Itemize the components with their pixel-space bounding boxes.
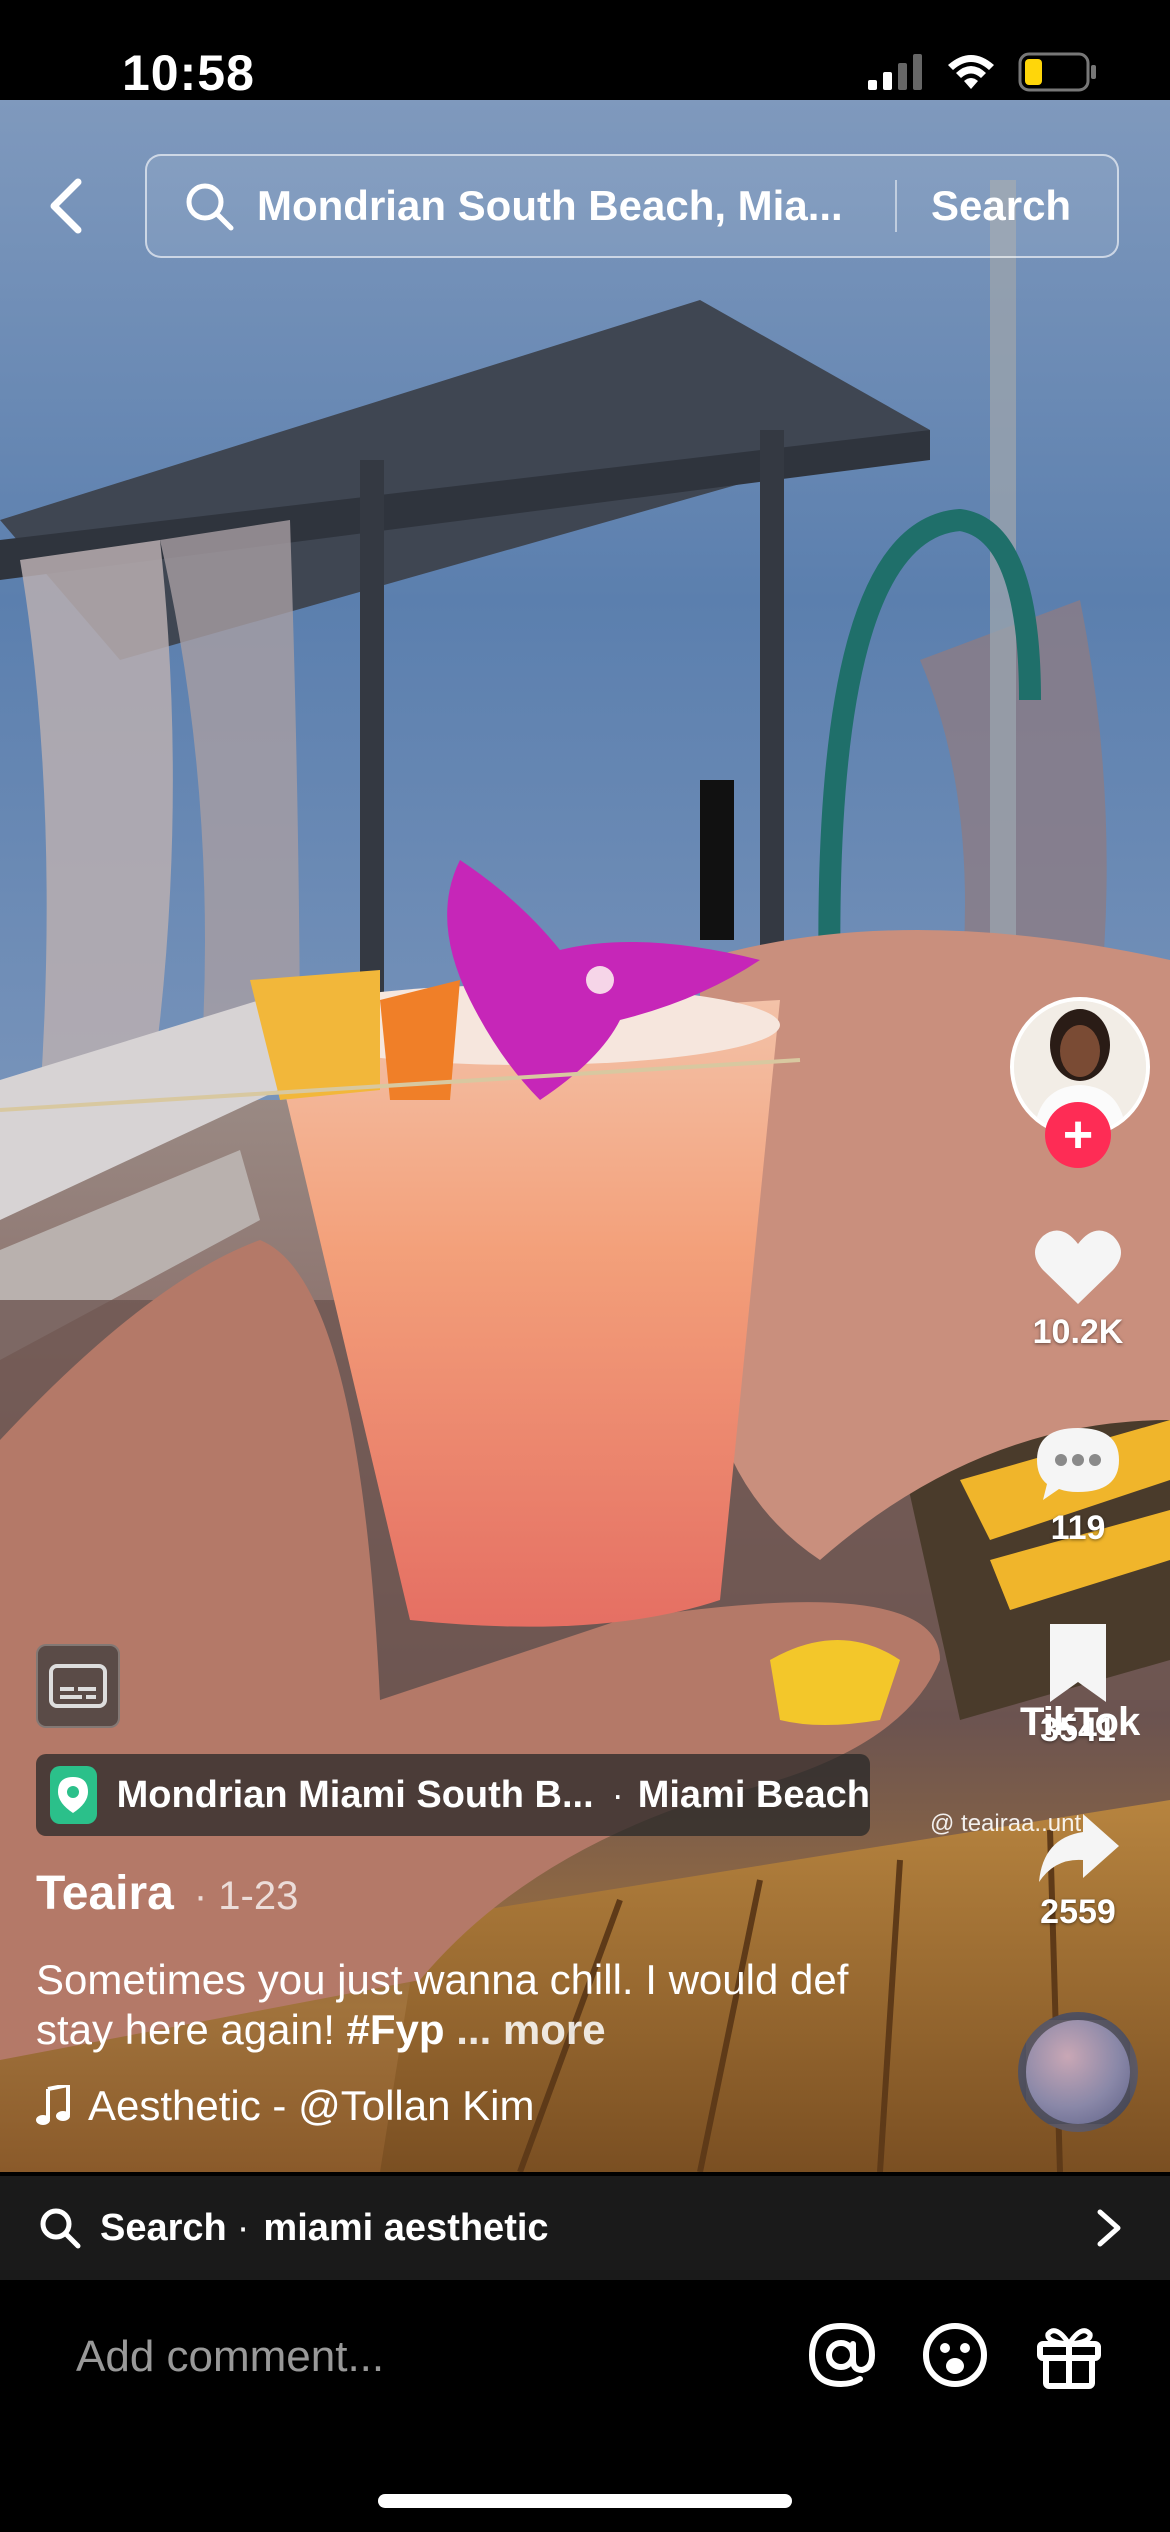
watermark-brand: TikTok	[1020, 1700, 1140, 1744]
status-icons	[868, 52, 1098, 92]
battery-icon	[1018, 52, 1096, 92]
like-button[interactable]: 10.2K	[1000, 1228, 1156, 1352]
search-bar[interactable]: Mondrian South Beach, Mia... Search	[145, 154, 1119, 258]
wifi-icon	[948, 55, 994, 89]
author-name[interactable]: Teaira	[36, 1866, 174, 1921]
share-count: 2559	[1040, 1893, 1116, 1931]
captions-button[interactable]	[36, 1644, 120, 1728]
mention-button[interactable]	[806, 2320, 876, 2390]
search-button[interactable]: Search	[931, 182, 1071, 230]
gift-icon	[1037, 2328, 1101, 2389]
search-query-text[interactable]: Mondrian South Beach, Mia...	[257, 182, 877, 230]
sound-info[interactable]: Aesthetic - @Tollan Kim	[36, 2082, 534, 2130]
related-search-label: Search	[100, 2206, 227, 2249]
back-button[interactable]	[36, 170, 96, 242]
heart-icon	[1035, 1230, 1121, 1304]
search-icon	[40, 2208, 81, 2249]
related-search-term: miami aesthetic	[263, 2206, 549, 2249]
search-icon	[186, 183, 234, 231]
author-row: Teaira · 1-23	[36, 1866, 298, 1921]
caption-hashtag[interactable]: #Fyp	[347, 2006, 445, 2053]
back-arrow-icon	[50, 178, 82, 234]
status-bar: 10:58	[0, 0, 1170, 101]
comment-actions	[806, 2320, 1104, 2390]
cellular-signal-icon	[868, 54, 922, 90]
comment-input[interactable]: Add comment...	[76, 2332, 384, 2382]
location-chip[interactable]: Mondrian Miami South B... · Miami Beach	[36, 1754, 870, 1836]
watermark-handle: @ teairaa..unt	[930, 1810, 1082, 1837]
comment-count: 119	[1050, 1509, 1106, 1547]
location-separator: ·	[611, 1774, 624, 1815]
bookmark-icon	[1050, 1624, 1106, 1702]
tiktok-video-screen: 10:58 Mondrian South Beach, Mia... Searc…	[0, 0, 1170, 2532]
related-search-bar[interactable]: Search · miami aesthetic	[0, 2176, 1170, 2280]
sound-disc[interactable]	[1018, 2012, 1138, 2132]
location-city: Miami Beach	[637, 1773, 870, 1816]
video-frame	[0, 100, 1170, 2172]
post-date: · 1-23	[193, 1874, 299, 1918]
captions-icon	[49, 1664, 107, 1708]
home-indicator[interactable]	[378, 2494, 792, 2508]
emoji-button[interactable]	[920, 2320, 990, 2390]
search-divider	[895, 180, 897, 232]
post-caption[interactable]: Sometimes you just wanna chill. I would …	[36, 1955, 916, 2055]
video-player[interactable]	[0, 100, 1170, 2172]
caption-more-link[interactable]: ... more	[456, 2006, 605, 2053]
location-pin-icon	[50, 1766, 97, 1824]
chevron-right-icon	[1097, 2209, 1121, 2247]
comment-bubble-icon	[1037, 1428, 1119, 1500]
mention-icon	[808, 2322, 876, 2388]
tiktok-watermark: TikTok @ teairaa..unt	[930, 1700, 1140, 1837]
status-time: 10:58	[122, 45, 255, 101]
location-name: Mondrian Miami South B...	[116, 1773, 594, 1816]
follow-button[interactable]: +	[1045, 1102, 1111, 1168]
sound-title: Aesthetic - @Tollan Kim	[88, 2082, 535, 2129]
related-search-separator: ·	[236, 2206, 250, 2249]
emoji-icon	[923, 2323, 987, 2387]
comment-button[interactable]: 119	[1000, 1424, 1156, 1548]
like-count: 10.2K	[1032, 1313, 1124, 1351]
gift-button[interactable]	[1034, 2320, 1104, 2390]
music-note-icon	[36, 2085, 70, 2125]
